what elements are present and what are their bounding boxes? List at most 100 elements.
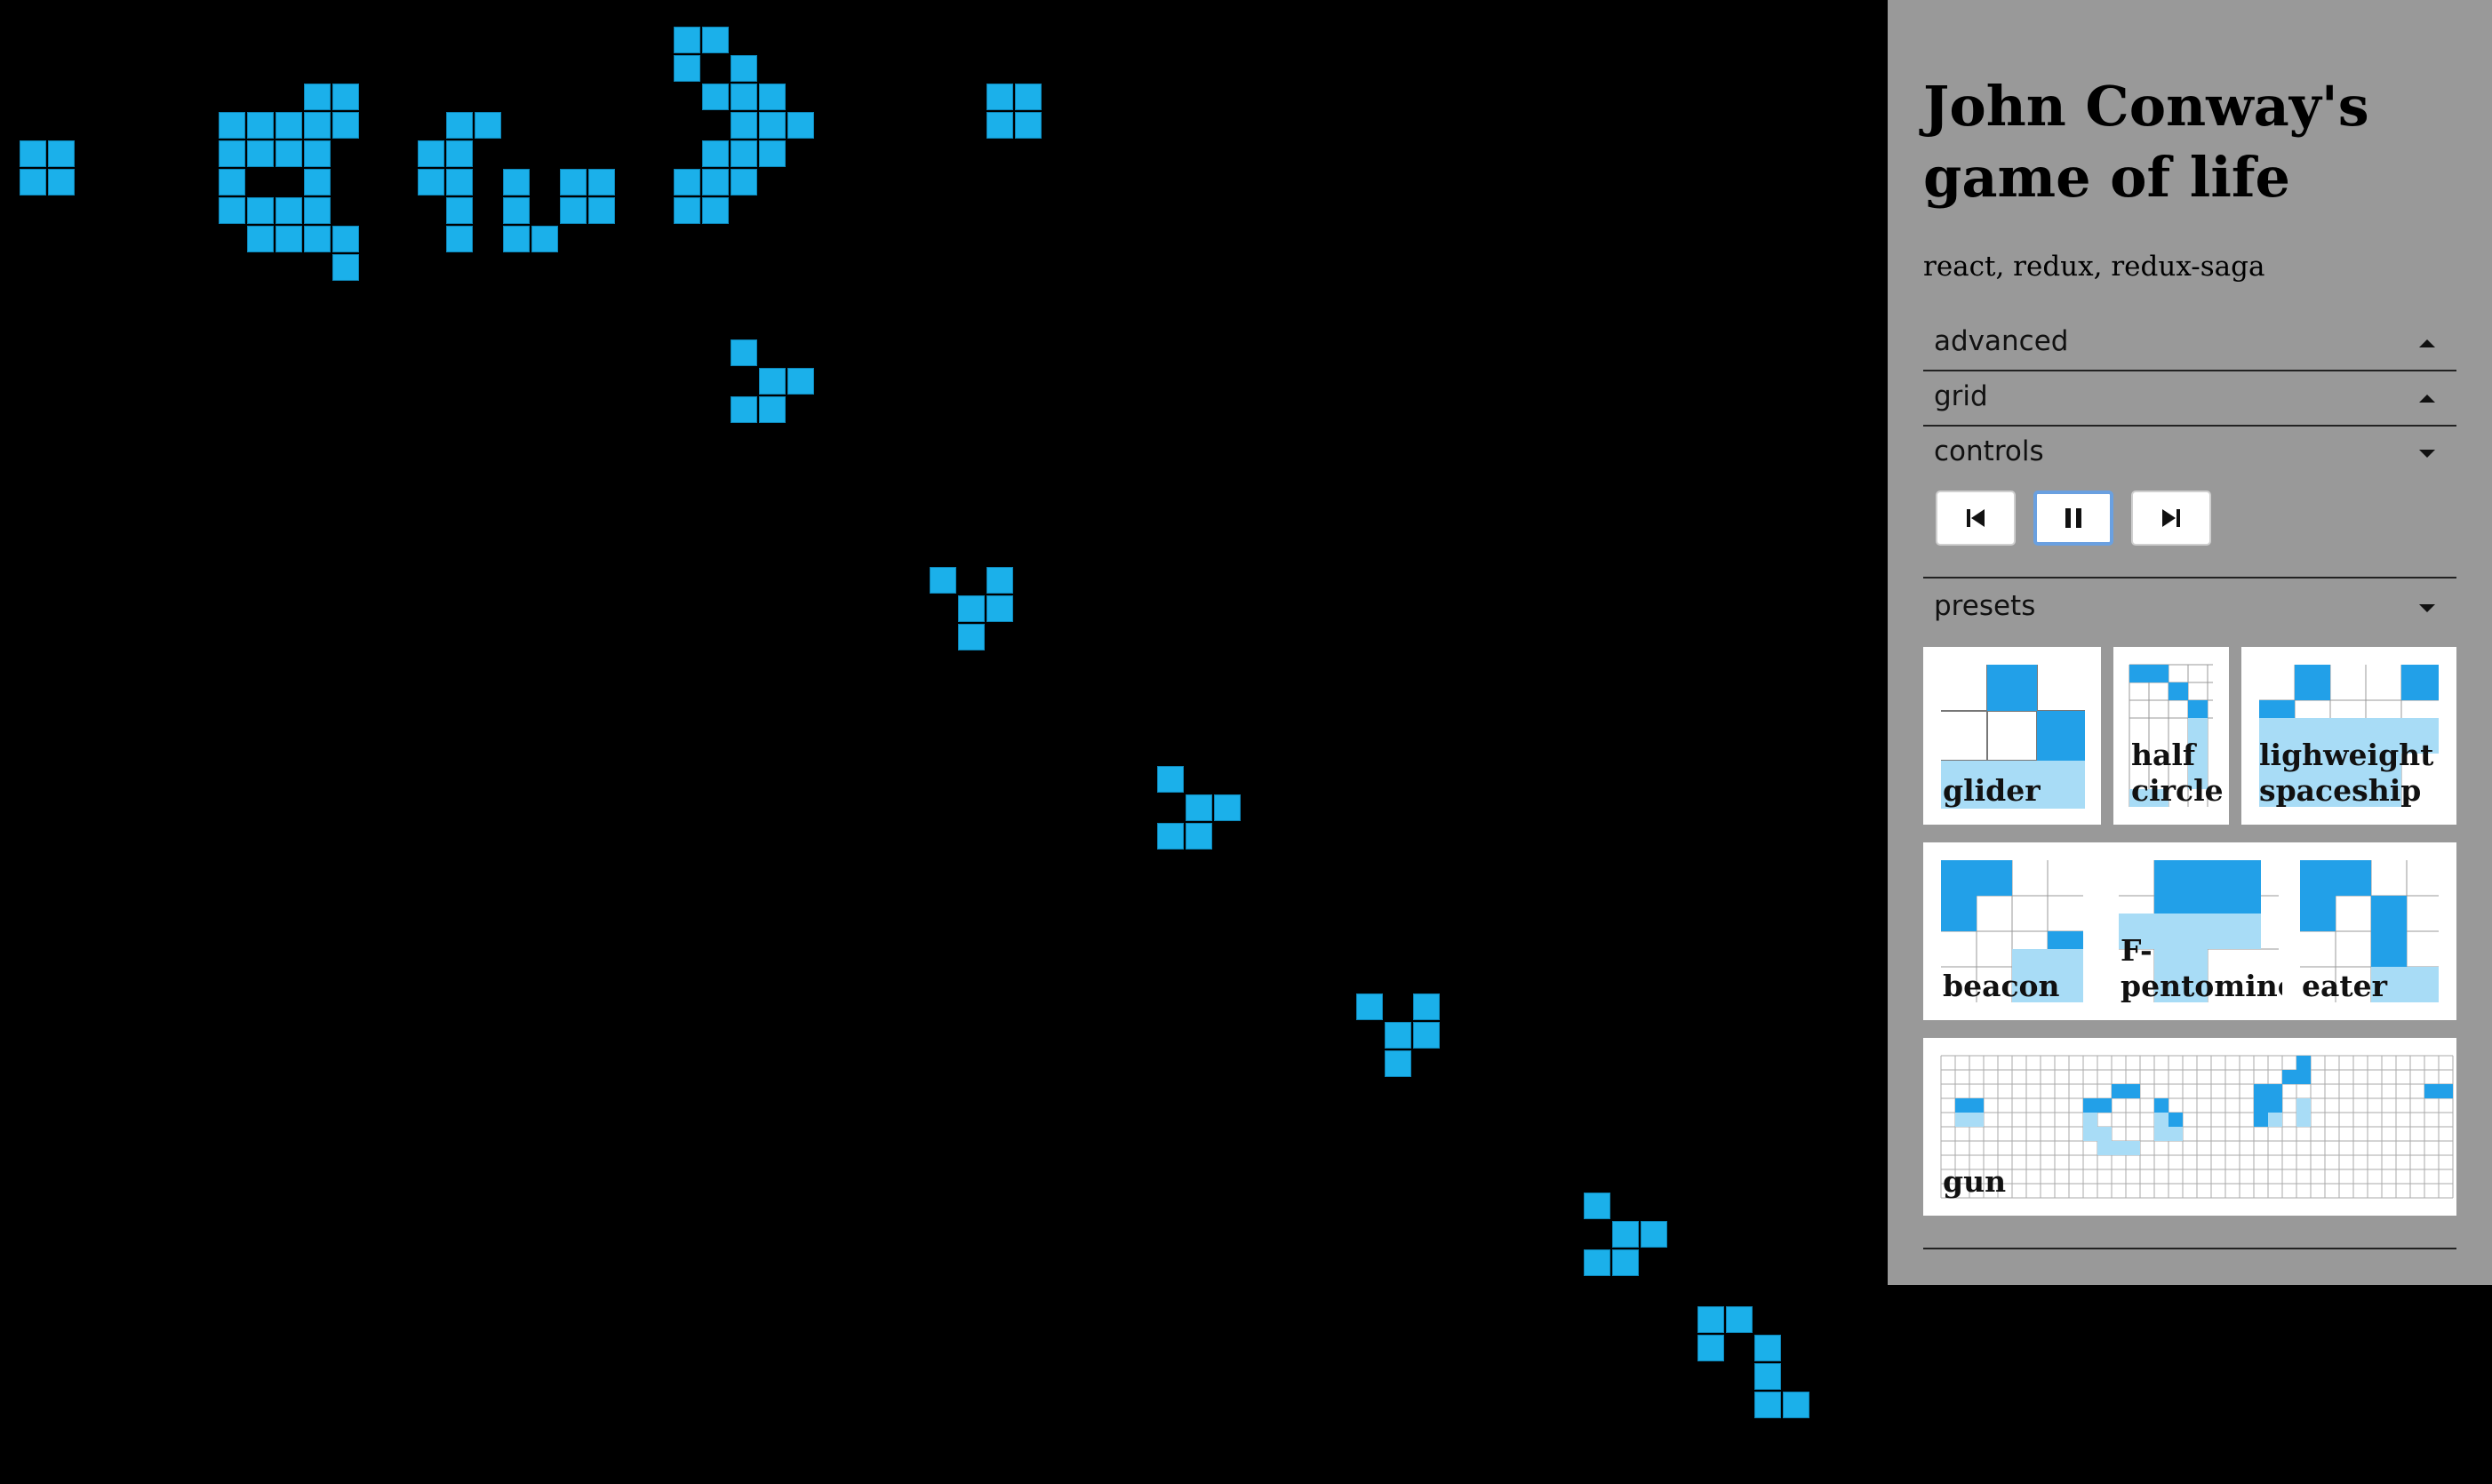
live-cell[interactable] xyxy=(1612,1221,1639,1248)
live-cell[interactable] xyxy=(560,169,587,195)
live-cell[interactable] xyxy=(332,84,359,110)
live-cell[interactable] xyxy=(674,55,700,82)
live-cell[interactable] xyxy=(503,197,530,224)
live-cell[interactable] xyxy=(1754,1363,1781,1390)
live-cell[interactable] xyxy=(1641,1221,1667,1248)
live-cell[interactable] xyxy=(304,169,331,195)
live-cell[interactable] xyxy=(1186,823,1212,850)
live-cell[interactable] xyxy=(560,197,587,224)
live-cell[interactable] xyxy=(588,169,615,195)
live-cell[interactable] xyxy=(588,197,615,224)
live-cell[interactable] xyxy=(276,140,302,167)
live-cell[interactable] xyxy=(787,112,814,139)
live-cell[interactable] xyxy=(1754,1392,1781,1418)
live-cell[interactable] xyxy=(986,595,1013,622)
live-cell[interactable] xyxy=(503,169,530,195)
live-cell[interactable] xyxy=(276,226,302,252)
live-cell[interactable] xyxy=(446,226,473,252)
preset-glider[interactable]: glider xyxy=(1923,647,2101,825)
live-cell[interactable] xyxy=(759,112,786,139)
live-cell[interactable] xyxy=(1214,794,1241,821)
live-cell[interactable] xyxy=(702,84,729,110)
live-cell[interactable] xyxy=(219,169,245,195)
live-cell[interactable] xyxy=(731,169,757,195)
live-cell[interactable] xyxy=(702,27,729,53)
live-cell[interactable] xyxy=(1612,1249,1639,1276)
live-cell[interactable] xyxy=(418,140,444,167)
live-cell[interactable] xyxy=(20,140,46,167)
preset-half-circle[interactable]: half circle xyxy=(2113,647,2229,825)
live-cell[interactable] xyxy=(1413,993,1440,1020)
live-cell[interactable] xyxy=(531,226,558,252)
live-cell[interactable] xyxy=(1186,794,1212,821)
live-cell[interactable] xyxy=(1584,1249,1610,1276)
live-cell[interactable] xyxy=(503,226,530,252)
pause-button[interactable] xyxy=(2033,491,2113,546)
live-cell[interactable] xyxy=(930,567,956,594)
live-cell[interactable] xyxy=(1754,1335,1781,1361)
section-presets[interactable]: presets xyxy=(1923,581,2456,634)
live-cell[interactable] xyxy=(219,140,245,167)
live-cell[interactable] xyxy=(219,112,245,139)
preset-gun[interactable]: gun xyxy=(1923,1038,2456,1216)
live-cell[interactable] xyxy=(986,567,1013,594)
live-cell[interactable] xyxy=(1015,84,1042,110)
live-cell[interactable] xyxy=(1015,112,1042,139)
live-cell[interactable] xyxy=(446,112,473,139)
live-cell[interactable] xyxy=(48,140,75,167)
live-cell[interactable] xyxy=(759,140,786,167)
live-cell[interactable] xyxy=(958,624,985,650)
live-cell[interactable] xyxy=(247,197,274,224)
live-cell[interactable] xyxy=(958,595,985,622)
live-cell[interactable] xyxy=(304,84,331,110)
live-cell[interactable] xyxy=(1697,1306,1724,1333)
live-cell[interactable] xyxy=(276,112,302,139)
live-cell[interactable] xyxy=(1783,1392,1809,1418)
live-cell[interactable] xyxy=(674,169,700,195)
live-cell[interactable] xyxy=(731,339,757,366)
live-cell[interactable] xyxy=(446,169,473,195)
section-grid[interactable]: grid xyxy=(1923,371,2456,427)
live-cell[interactable] xyxy=(759,396,786,423)
live-cell[interactable] xyxy=(787,368,814,395)
live-cell[interactable] xyxy=(702,140,729,167)
live-cell[interactable] xyxy=(332,226,359,252)
section-advanced[interactable]: advanced xyxy=(1923,316,2456,371)
live-cell[interactable] xyxy=(418,169,444,195)
live-cell[interactable] xyxy=(731,140,757,167)
live-cell[interactable] xyxy=(304,112,331,139)
live-cell[interactable] xyxy=(759,84,786,110)
live-cell[interactable] xyxy=(276,197,302,224)
live-cell[interactable] xyxy=(674,27,700,53)
step-forward-button[interactable] xyxy=(2131,491,2211,546)
live-cell[interactable] xyxy=(219,197,245,224)
live-cell[interactable] xyxy=(1697,1335,1724,1361)
live-cell[interactable] xyxy=(759,368,786,395)
live-cell[interactable] xyxy=(1356,993,1383,1020)
step-back-button[interactable] xyxy=(1936,491,2016,546)
live-cell[interactable] xyxy=(986,112,1013,139)
live-cell[interactable] xyxy=(247,226,274,252)
live-cell[interactable] xyxy=(1157,823,1184,850)
live-cell[interactable] xyxy=(1413,1022,1440,1049)
live-cell[interactable] xyxy=(446,140,473,167)
live-cell[interactable] xyxy=(986,84,1013,110)
live-cell[interactable] xyxy=(1157,766,1184,793)
live-cell[interactable] xyxy=(702,197,729,224)
live-cell[interactable] xyxy=(48,169,75,195)
live-cell[interactable] xyxy=(731,55,757,82)
live-cell[interactable] xyxy=(304,197,331,224)
live-cell[interactable] xyxy=(1385,1022,1411,1049)
section-controls[interactable]: controls xyxy=(1923,427,2456,480)
live-cell[interactable] xyxy=(1385,1050,1411,1077)
live-cell[interactable] xyxy=(475,112,501,139)
live-cell[interactable] xyxy=(731,84,757,110)
live-cell[interactable] xyxy=(702,169,729,195)
preset-eater[interactable]: eater xyxy=(2282,842,2456,1020)
live-cell[interactable] xyxy=(247,112,274,139)
live-cell[interactable] xyxy=(1726,1306,1753,1333)
live-cell[interactable] xyxy=(731,396,757,423)
live-cell[interactable] xyxy=(304,140,331,167)
live-cell[interactable] xyxy=(332,112,359,139)
live-cell[interactable] xyxy=(1584,1193,1610,1219)
